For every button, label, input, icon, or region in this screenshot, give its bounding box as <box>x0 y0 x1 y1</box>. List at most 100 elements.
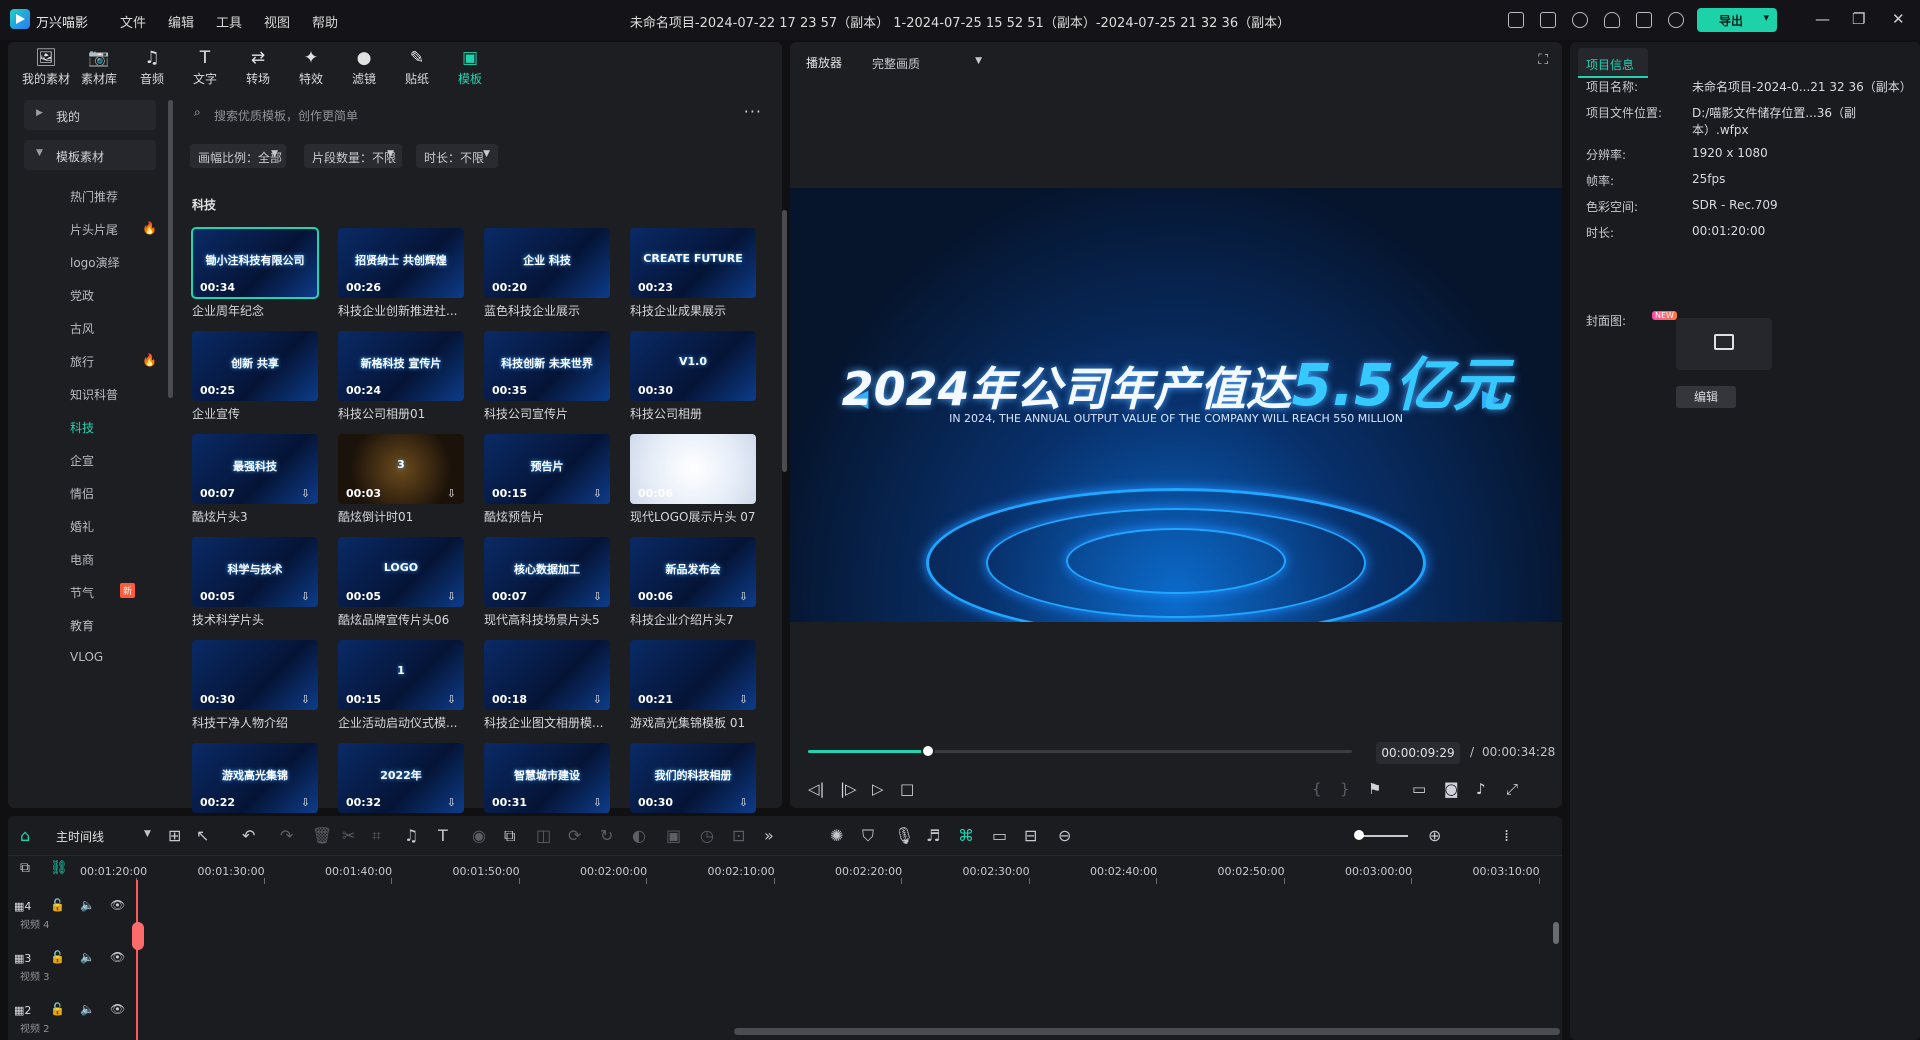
playback-progress[interactable] <box>808 744 1352 758</box>
template-thumbnail[interactable]: 最强科技 00:07 ⇩ <box>192 434 318 504</box>
sidebar-cat-mine[interactable]: ▶ 我的 <box>24 100 156 130</box>
save-icon[interactable] <box>1540 12 1556 28</box>
tab-filter[interactable]: ● 滤镜 <box>336 48 392 87</box>
marker-icon[interactable]: ⚑ <box>1368 780 1381 798</box>
template-thumbnail[interactable]: 我们的科技相册 00:30 ⇩ <box>630 743 756 813</box>
undo-icon[interactable]: ↶ <box>242 826 255 845</box>
template-card[interactable]: 00:21 ⇩ 游戏高光集锦模板 01 <box>630 640 756 731</box>
sidebar-item[interactable]: 教育 <box>24 609 156 639</box>
sidebar-item[interactable]: VLOG <box>24 642 156 672</box>
audio-icon[interactable]: ♫ <box>404 826 418 845</box>
playhead[interactable] <box>136 880 138 1040</box>
download-icon[interactable]: ⇩ <box>447 487 456 500</box>
select-arrow-icon[interactable]: ↖ <box>196 826 209 845</box>
template-card[interactable]: CREATE FUTURE 00:23 科技企业成果展示 <box>630 228 756 319</box>
sidebar-item[interactable]: 电商 <box>24 543 156 573</box>
template-scrollbar[interactable] <box>782 210 787 472</box>
cover-image[interactable] <box>1676 318 1772 370</box>
sidebar-item[interactable]: 情侣 <box>24 477 156 507</box>
tab-stock-library[interactable]: 📷 素材库 <box>71 48 127 87</box>
fit-icon[interactable]: ⊡ <box>732 826 745 845</box>
more-options-icon[interactable]: ··· <box>744 102 762 121</box>
search-input[interactable]: 搜索优质模板，创作更简单 <box>214 107 358 124</box>
grid-layout-icon[interactable]: ⊞ <box>168 826 181 845</box>
lock-icon[interactable]: 🔓 <box>50 1002 65 1016</box>
template-thumbnail[interactable]: CREATE FUTURE 00:23 <box>630 228 756 298</box>
template-thumbnail[interactable]: 00:30 ⇩ <box>192 640 318 710</box>
template-thumbnail[interactable]: 1 00:15 ⇩ <box>338 640 464 710</box>
render-icon[interactable]: ✺ <box>830 826 843 845</box>
download-icon[interactable]: ⇩ <box>447 796 456 809</box>
template-card[interactable]: 锄小注科技有限公司 00:34 企业周年纪念 <box>191 227 319 319</box>
layout-icon[interactable] <box>1508 12 1524 28</box>
download-icon[interactable]: ⇩ <box>447 693 456 706</box>
color-icon[interactable]: ◐ <box>632 826 646 845</box>
freeze-icon[interactable]: ◫ <box>536 826 551 845</box>
quality-select[interactable]: 完整画质 ▼ <box>864 52 988 72</box>
fit-timeline-icon[interactable]: ⊟ <box>1024 826 1037 845</box>
download-icon[interactable]: ⇩ <box>593 693 602 706</box>
speaker-icon[interactable]: 🔈 <box>80 950 95 964</box>
template-card[interactable]: 最强科技 00:07 ⇩ 酷炫片头3 <box>192 434 318 525</box>
menu-help[interactable]: 帮助 <box>312 12 338 31</box>
template-thumbnail[interactable]: 锄小注科技有限公司 00:34 <box>191 227 319 299</box>
close-icon[interactable]: ✕ <box>1892 10 1905 28</box>
play-icon[interactable]: ▷ <box>872 780 884 798</box>
sidebar-item[interactable]: 古风 <box>24 312 156 342</box>
home-icon[interactable]: ⌂ <box>20 826 30 845</box>
prev-frame-icon[interactable]: ◁| <box>808 780 825 798</box>
user-icon[interactable] <box>1668 12 1684 28</box>
split-icon[interactable]: ✂ <box>342 826 355 845</box>
speaker-icon[interactable]: 🔈 <box>80 898 95 912</box>
template-card[interactable]: 00:30 ⇩ 科技干净人物介绍 <box>192 640 318 731</box>
sidebar-item[interactable]: logo演绎 <box>24 246 156 276</box>
sidebar-item[interactable]: 党政 <box>24 279 156 309</box>
tab-my-media[interactable]: 🖼 我的素材 <box>18 48 74 87</box>
template-thumbnail[interactable]: 2022年 00:32 ⇩ <box>338 743 464 813</box>
zoom-in-icon[interactable]: ⊕ <box>1428 826 1441 845</box>
pip-icon[interactable]: ▭ <box>992 826 1007 845</box>
cloud-icon[interactable] <box>1572 12 1588 28</box>
text-icon[interactable]: T <box>438 826 448 845</box>
download-icon[interactable]: ⇩ <box>593 796 602 809</box>
template-thumbnail[interactable]: 科学与技术 00:05 ⇩ <box>192 537 318 607</box>
template-card[interactable]: 企业 科技 00:20 蓝色科技企业展示 <box>484 228 610 319</box>
tab-effects-sparkle[interactable]: ✦ 特效 <box>283 48 339 87</box>
redo-icon[interactable]: ↷ <box>280 826 293 845</box>
apps-grid-icon[interactable] <box>1636 12 1652 28</box>
template-card[interactable]: 招贤纳士 共创辉煌 00:26 科技企业创新推进社... <box>338 228 464 319</box>
edit-cover-button[interactable]: 编辑 <box>1676 386 1736 408</box>
template-thumbnail[interactable]: 新品发布会 00:06 ⇩ <box>630 537 756 607</box>
fullscreen-icon[interactable]: ⤢ <box>1506 780 1518 798</box>
template-thumbnail[interactable]: 游戏高光集锦 00:22 ⇩ <box>192 743 318 813</box>
timeline-ruler[interactable]: 00:01:20:00 00:01:30:00 00:01:40:00 00:01:5… <box>80 856 1562 884</box>
filter-clip-count[interactable]: 片段数量：不限 ▼ <box>304 144 402 168</box>
timer-icon[interactable]: ◷ <box>700 826 714 845</box>
template-thumbnail[interactable]: 智慧城市建设 00:31 ⇩ <box>484 743 610 813</box>
sidebar-item[interactable]: 企宣 <box>24 444 156 474</box>
template-thumbnail[interactable]: 创新 共享 00:25 <box>192 331 318 401</box>
tab-music-note[interactable]: ♫ 音频 <box>124 48 180 87</box>
template-card[interactable]: 智慧城市建设 00:31 ⇩ <box>484 743 610 817</box>
menu-file[interactable]: 文件 <box>120 12 146 31</box>
snap-icon[interactable]: ⌘ <box>958 826 974 845</box>
tab-sticker[interactable]: ✎ 贴纸 <box>389 48 445 87</box>
playhead-handle[interactable] <box>132 922 144 950</box>
add-track-icon[interactable]: ⧉ <box>20 860 30 876</box>
filter-aspect-ratio[interactable]: 画幅比例：全部 ▼ <box>190 144 286 168</box>
template-thumbnail[interactable]: 招贤纳士 共创辉煌 00:26 <box>338 228 464 298</box>
rotate-icon[interactable]: ↻ <box>600 826 613 845</box>
template-card[interactable]: 00:18 ⇩ 科技企业图文相册模... <box>484 640 610 731</box>
timeline-horizontal-scrollbar[interactable] <box>734 1028 1560 1035</box>
download-icon[interactable]: ⇩ <box>301 590 310 603</box>
template-thumbnail[interactable]: V1.0 00:30 <box>630 331 756 401</box>
sidebar-scrollbar[interactable] <box>168 100 173 398</box>
tab-transition[interactable]: ⇄ 转场 <box>230 48 286 87</box>
current-timecode[interactable]: 00:00:09:29 <box>1376 742 1460 764</box>
download-icon[interactable]: ⇩ <box>301 487 310 500</box>
template-card[interactable]: 00:06 ⇩ 现代LOGO展示片头 07 <box>630 434 756 525</box>
export-button[interactable]: 导出 ▾ <box>1697 8 1777 32</box>
timeline-vertical-scrollbar[interactable] <box>1553 922 1559 944</box>
progress-handle[interactable] <box>920 744 935 758</box>
template-card[interactable]: 创新 共享 00:25 企业宣传 <box>192 331 318 422</box>
